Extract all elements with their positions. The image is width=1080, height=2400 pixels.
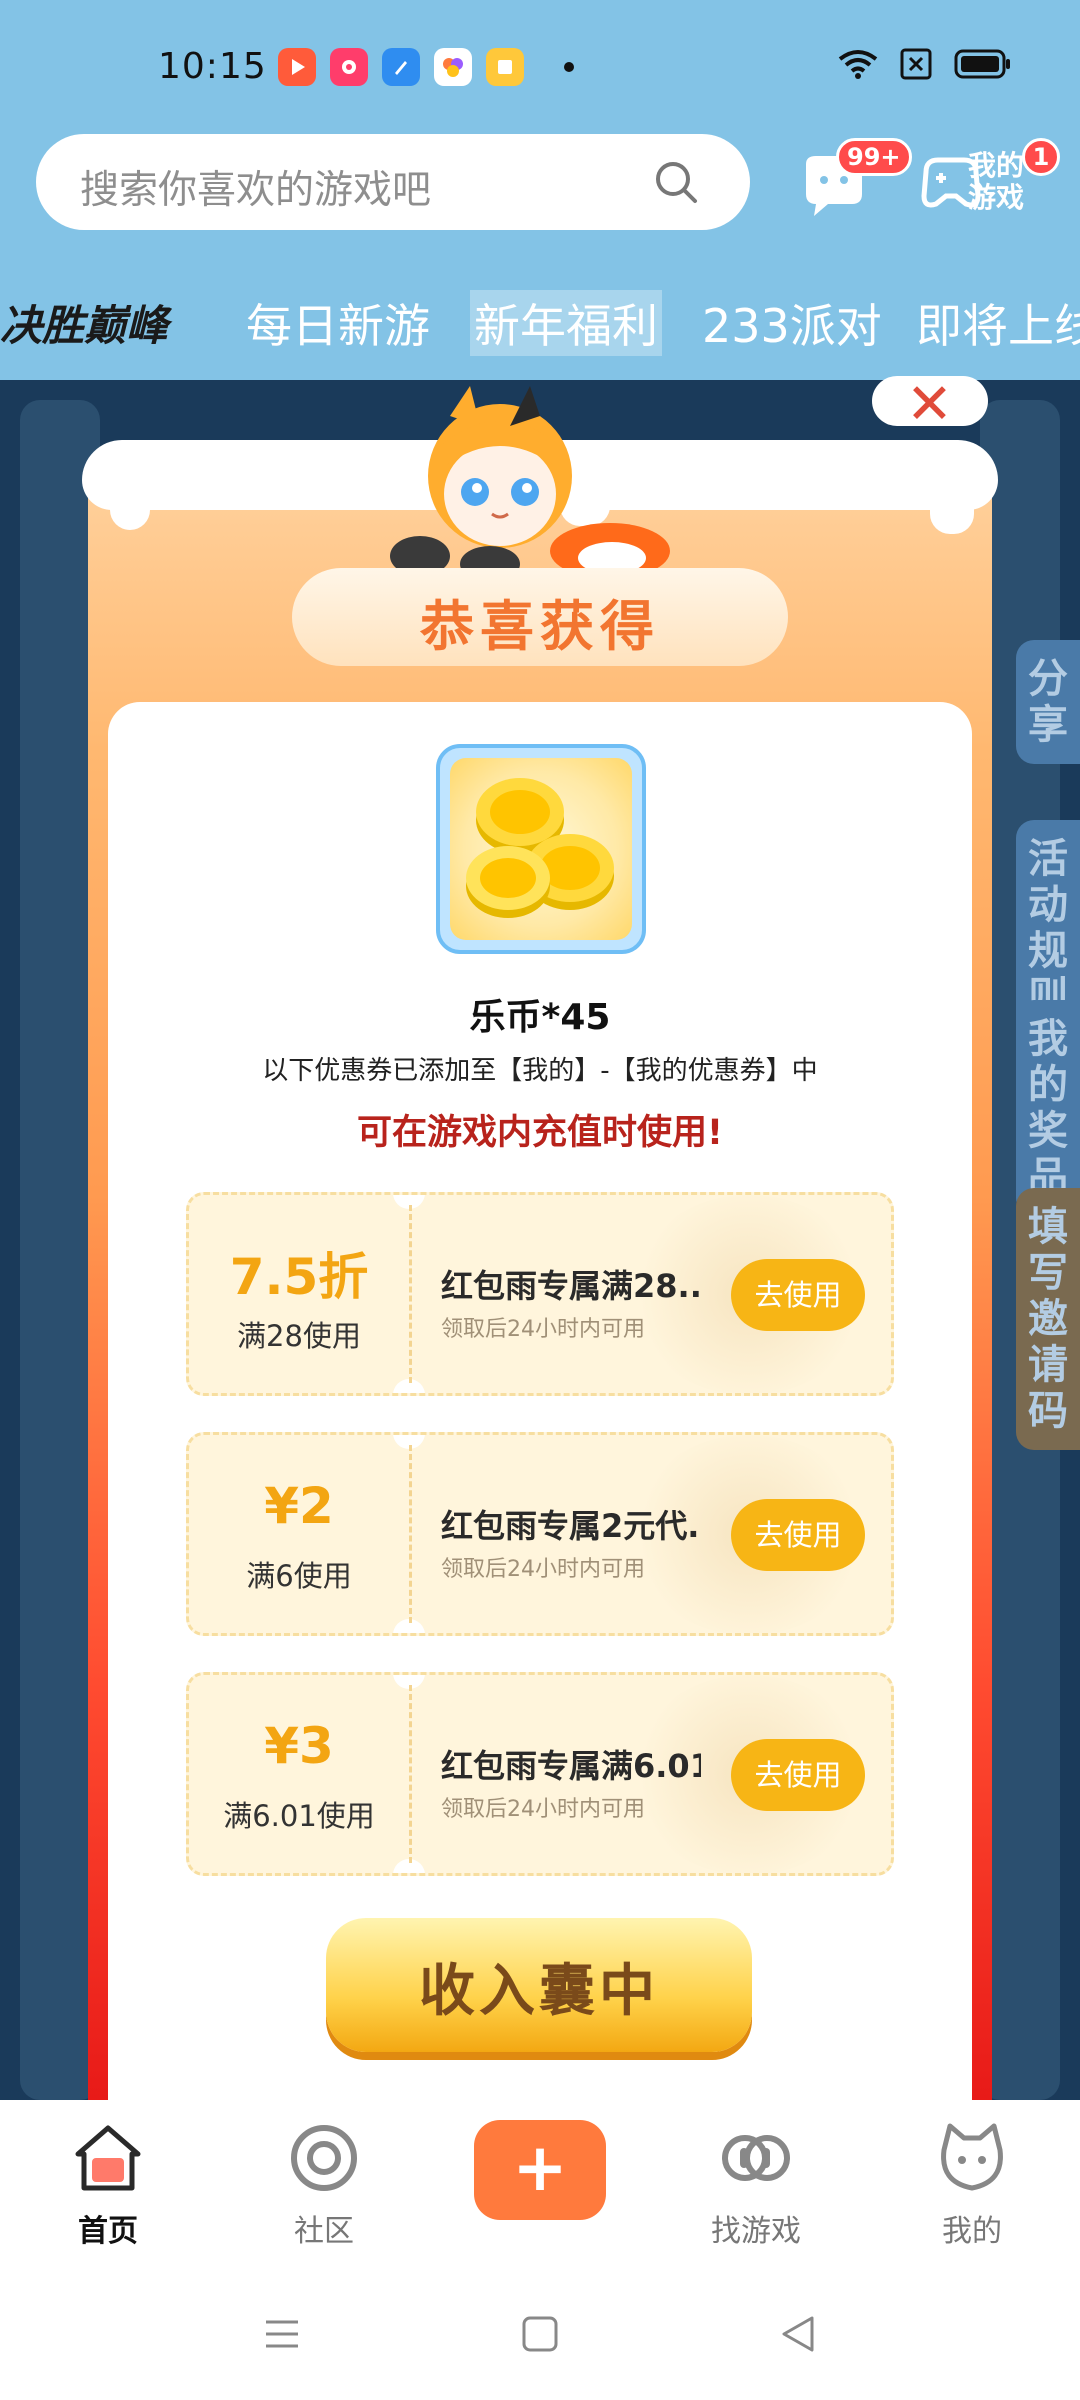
coupon-value: ¥2 [264,1477,334,1535]
snow-drip [930,490,974,534]
video-app-icon [278,48,316,86]
nav-community[interactable]: 社区 [254,2120,394,2250]
home-square-icon[interactable] [520,2314,560,2358]
coupon-title: 红包雨专属满6.01... [441,1747,701,1785]
side-tab-share: 分享 [1016,640,1080,764]
my-games-badge: 1 [1022,138,1060,176]
menu-icon[interactable] [262,2314,302,2358]
tab-new-year[interactable]: 新年福利 [470,290,662,356]
book-app-icon [486,48,524,86]
plus-icon[interactable]: + [474,2126,606,2210]
coupon-value: ¥3 [264,1717,334,1775]
red-app-icon [330,48,368,86]
search-icon[interactable] [652,158,700,210]
search-placeholder: 搜索你喜欢的游戏吧 [80,168,432,213]
coupon-divider [409,1685,412,1863]
coupon-condition: 满6.01使用 [223,1799,375,1833]
coupon-title: 红包雨专属2元代... [441,1507,701,1545]
status-bar: 10:15 [0,0,1080,130]
tab-daily-new[interactable]: 每日新游 [246,290,430,356]
nav-find-game-label: 找游戏 [711,2214,801,2249]
coupon-condition: 满6使用 [246,1559,352,1593]
profile-icon [934,2120,1010,2196]
mascot-character [390,386,670,582]
find-game-icon [718,2120,794,2196]
coupon-card: 7.5折 满28使用 红包雨专属满28... 领取后24小时内可用 去使用 [186,1192,894,1396]
wifi-icon [838,49,878,79]
coupon-value-area: ¥3 满6.01使用 [189,1675,409,1873]
status-right-icons [838,48,1012,80]
category-tabs: 决胜巅峰 每日新游 新年福利 233派对 即将上线 [0,280,1080,360]
blue-app-icon [382,48,420,86]
coupon-subtitle: 领取后24小时内可用 [441,1557,645,1582]
status-app-icons [278,48,574,86]
status-time: 10:15 [158,46,267,87]
message-badge: 99+ [836,138,912,176]
sim-x-icon [900,48,932,80]
system-navigation-bar [0,2276,1080,2400]
coupon-condition: 满28使用 [237,1319,361,1353]
nav-find-game[interactable]: 找游戏 [686,2120,826,2250]
more-notifications-dot [564,62,574,72]
coupon-card: ¥2 满6使用 红包雨专属2元代... 领取后24小时内可用 去使用 [186,1432,894,1636]
nav-profile[interactable]: 我的 [902,2120,1042,2250]
close-icon[interactable]: ✕ [906,372,953,437]
side-tab-invite: 填写邀请码 [1016,1188,1080,1450]
collect-button-label[interactable]: 收入囊中 [326,1946,752,2027]
coupon-subtitle: 领取后24小时内可用 [441,1797,645,1822]
coupon-note: 以下优惠券已添加至【我的】-【我的优惠券】中 [262,1056,818,1086]
use-coupon-button[interactable]: 去使用 [731,1499,865,1571]
use-coupon-button[interactable]: 去使用 [731,1739,865,1811]
coupon-value-area: ¥2 满6使用 [189,1435,409,1633]
coupon-subtitle: 领取后24小时内可用 [441,1317,645,1342]
reward-name: 乐币*45 [469,997,611,1038]
snow-drip [110,490,150,530]
coupon-title: 红包雨专属满28... [441,1267,701,1305]
community-icon [286,2120,362,2196]
coupon-card: ¥3 满6.01使用 红包雨专属满6.01... 领取后24小时内可用 去使用 [186,1672,894,1876]
coupon-divider [409,1205,412,1383]
coupon-divider [409,1445,412,1623]
coupon-value-area: 7.5折 满28使用 [189,1195,409,1393]
nav-home-label: 首页 [78,2214,138,2249]
search-input[interactable]: 搜索你喜欢的游戏吧 [36,134,750,230]
tab-brand[interactable]: 决胜巅峰 [0,292,168,353]
tab-coming-soon[interactable]: 即将上线 [916,290,1080,356]
top-header: 10:15 搜索你喜欢的游戏吧 99+ 我的游戏 1 决胜巅峰 每日新游 新年福… [0,0,1080,380]
use-coupon-button[interactable]: 去使用 [731,1259,865,1331]
nav-home[interactable]: 首页 [38,2120,178,2250]
battery-icon [954,49,1012,79]
colorful-app-icon [434,48,472,86]
usage-highlight: 可在游戏内充值时使用! [357,1113,723,1153]
modal-title: 恭喜获得 [420,595,660,658]
coins-icon [466,778,614,918]
nav-profile-label: 我的 [942,2214,1002,2249]
nav-community-label: 社区 [294,2214,354,2249]
home-icon [70,2120,146,2196]
back-icon[interactable] [778,2314,818,2358]
coupon-value: 7.5折 [229,1248,369,1306]
tab-233-party[interactable]: 233派对 [702,290,882,356]
reward-image [436,744,646,954]
